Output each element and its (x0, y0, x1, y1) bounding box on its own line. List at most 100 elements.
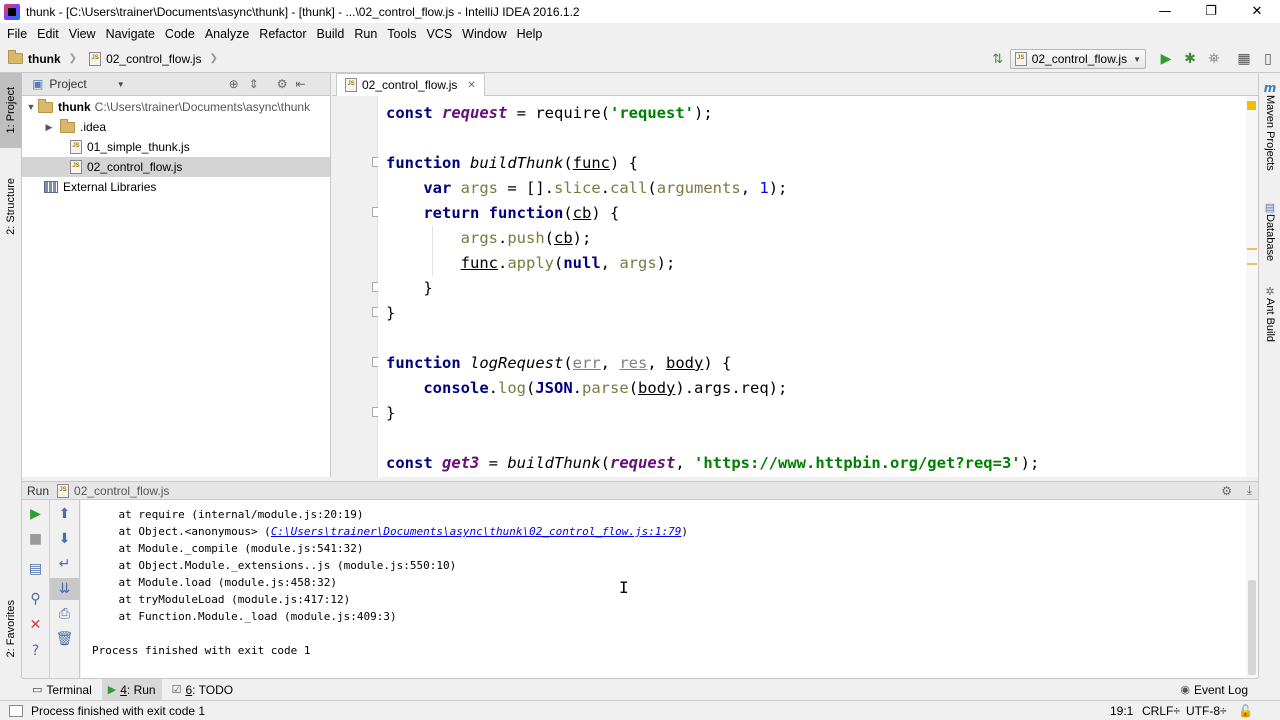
run-tab-label: : Run (126, 682, 156, 697)
build-icon[interactable]: ⇅ (986, 47, 1010, 71)
arrow-down-icon[interactable]: ⬇ (50, 528, 79, 550)
run-icon: ▶ (107, 684, 117, 696)
todo-tab[interactable]: ☑ 6: TODO (166, 679, 239, 701)
code-line-4: var args = [].slice.call(arguments, 1); (423, 179, 788, 197)
close-button[interactable]: ✕ (1234, 0, 1280, 23)
error-stripe-mark[interactable] (1247, 263, 1257, 265)
line-separator[interactable]: CRLF÷ (1142, 704, 1180, 718)
editor-tab[interactable]: 02_control_flow.js ✕ (336, 73, 485, 96)
breadcrumb-project[interactable]: thunk ❯ (0, 45, 81, 73)
scroll-to-end-icon[interactable]: ⇊ (50, 578, 79, 600)
editor-scrollbar[interactable] (1246, 96, 1258, 477)
stop-icon[interactable]: ■ (22, 528, 49, 550)
tree-item-file[interactable]: 01_simple_thunk.js (22, 137, 330, 157)
menu-view[interactable]: View (64, 23, 101, 45)
close-icon[interactable]: ✕ (22, 614, 49, 636)
maven-tool-tab[interactable]: m Maven Projects (1259, 81, 1280, 171)
gear-icon[interactable]: ⚙ (1221, 484, 1232, 498)
source-link[interactable]: C:\Users\trainer\Documents\async\thunk\0… (271, 525, 682, 538)
breadcrumb-file[interactable]: 02_control_flow.js ❯ (81, 45, 222, 73)
lock-icon[interactable]: 🔓 (1238, 704, 1253, 718)
expand-arrow-icon[interactable]: ▼ (24, 102, 38, 112)
console-scrollbar[interactable] (1246, 500, 1258, 678)
tool-windows-toggle-icon[interactable] (9, 704, 23, 717)
menu-bar: File Edit View Navigate Code Analyze Ref… (0, 23, 1280, 45)
event-log-tab[interactable]: ◉ Event Log (1174, 679, 1254, 701)
close-tab-icon[interactable]: ✕ (467, 80, 475, 91)
menu-analyze[interactable]: Analyze (200, 23, 254, 45)
arrow-up-icon[interactable]: ⬆ (50, 503, 79, 525)
menu-help[interactable]: Help (512, 23, 548, 45)
console-scroll-thumb[interactable] (1248, 580, 1256, 675)
collapse-all-icon[interactable]: ⇕ (249, 77, 259, 91)
clear-all-icon[interactable]: 🗑 (50, 628, 79, 650)
terminal-icon: ▭ (32, 684, 43, 696)
maven-icon: m (1263, 81, 1277, 95)
menu-build[interactable]: Build (312, 23, 350, 45)
toolbar-right: ⇅ 02_control_flow.js ▼ ▶ ✱ ⛯ ▦ ▯ (986, 45, 1280, 73)
menu-vcs[interactable]: VCS (421, 23, 457, 45)
chevron-down-icon[interactable]: ▼ (117, 80, 125, 89)
tree-item-external-libraries[interactable]: External Libraries (22, 177, 330, 197)
error-stripe-mark[interactable] (1247, 248, 1257, 250)
collapse-arrow-icon[interactable]: ▶ (42, 122, 56, 133)
help-icon[interactable]: ▯ (1256, 47, 1280, 71)
gear-icon[interactable]: ⚙ (277, 77, 288, 91)
menu-refactor[interactable]: Refactor (254, 23, 311, 45)
project-view-icon: ▣ (32, 77, 44, 91)
caret-position[interactable]: 19:1 (1110, 704, 1133, 718)
menu-file[interactable]: File (2, 23, 32, 45)
console-line: Process finished with exit code 1 (92, 644, 311, 657)
run-tab[interactable]: ▶ 4: Run (101, 678, 162, 701)
tree-item-idea[interactable]: ▶ .idea (22, 117, 330, 137)
project-panel: ▣ Project ▼ ⊕ ⇕ ⚙ ⇤ ▼ thunk C:\Users\tra… (22, 73, 331, 477)
left-tool-strip: 1: Project 2: Structure 2: Favorites (0, 73, 22, 678)
terminal-tab[interactable]: ▭ Terminal (26, 679, 98, 701)
editor-gutter (332, 96, 382, 477)
js-file-icon (57, 482, 70, 498)
menu-tools[interactable]: Tools (382, 23, 421, 45)
tree-item-file-selected[interactable]: 02_control_flow.js (22, 157, 330, 177)
warning-marker-icon[interactable] (1247, 101, 1256, 110)
soft-wrap-icon[interactable]: ↵ (50, 553, 79, 575)
ant-tool-tab[interactable]: ✲ Ant Build (1259, 285, 1280, 342)
minimize-button[interactable]: — (1142, 0, 1188, 23)
text-cursor-icon: I (619, 578, 629, 597)
run-tab-number: 4 (120, 682, 127, 697)
restore-layout-icon[interactable]: ▤ (22, 558, 49, 580)
run-icon[interactable]: ▶ (1154, 47, 1178, 71)
print-icon[interactable]: ⎙ (50, 603, 79, 625)
file-encoding[interactable]: UTF-8÷ (1186, 704, 1227, 718)
help-icon[interactable]: ? (22, 640, 49, 662)
run-configuration-select[interactable]: 02_control_flow.js ▼ (1009, 49, 1146, 69)
database-tool-tab[interactable]: ▤ Database (1259, 201, 1280, 261)
menu-edit[interactable]: Edit (32, 23, 64, 45)
debug-icon[interactable]: ✱ (1178, 47, 1202, 71)
favorites-tool-tab[interactable]: 2: Favorites (0, 581, 22, 676)
project-view-select[interactable]: Project (49, 77, 86, 91)
code-editor[interactable]: const request = require('request'); func… (378, 96, 1246, 477)
maximize-button[interactable]: ❐ (1188, 0, 1234, 23)
ant-tool-tab-label: Ant Build (1264, 298, 1276, 343)
coverage-icon[interactable]: ⛯ (1202, 47, 1226, 71)
tree-item-root[interactable]: ▼ thunk C:\Users\trainer\Documents\async… (22, 97, 330, 117)
menu-window[interactable]: Window (457, 23, 511, 45)
menu-navigate[interactable]: Navigate (101, 23, 160, 45)
folder-icon (8, 50, 23, 64)
run-panel-header: Run 02_control_flow.js ⚙ ⤓ (22, 481, 1258, 500)
run-config-tab[interactable]: 02_control_flow.js (74, 484, 169, 498)
project-structure-icon[interactable]: ▦ (1232, 47, 1256, 71)
hide-panel-icon[interactable]: ⤓ (1247, 483, 1252, 498)
code-line-13: } (386, 404, 396, 422)
scroll-from-source-icon[interactable]: ⊕ (229, 77, 239, 91)
pin-icon[interactable]: ⚲ (22, 588, 49, 610)
rerun-icon[interactable]: ▶ (22, 503, 49, 525)
project-tool-tab[interactable]: 1: Project (0, 73, 22, 148)
tool-window-bar: ▭ Terminal ▶ 4: Run ☑ 6: TODO ◉ Event Lo… (22, 678, 1258, 701)
hide-panel-icon[interactable]: ⇤ (296, 77, 306, 91)
run-console[interactable]: at require (internal/module.js:20:19) at… (81, 500, 1246, 678)
tree-item-path: C:\Users\trainer\Documents\async\thunk (94, 100, 311, 114)
menu-code[interactable]: Code (160, 23, 200, 45)
structure-tool-tab[interactable]: 2: Structure (0, 161, 22, 251)
menu-run[interactable]: Run (349, 23, 382, 45)
